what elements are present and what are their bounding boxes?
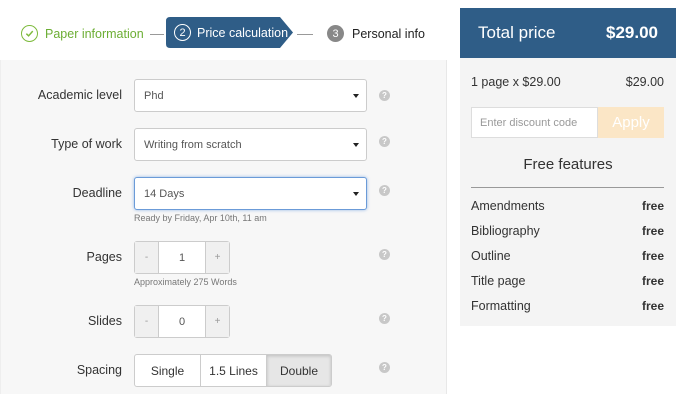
total-price-header: Total price $29.00: [460, 8, 676, 58]
feature-value: free: [641, 299, 664, 313]
apply-discount-button[interactable]: Apply: [598, 107, 664, 138]
progress-steps: Paper information 2 Price calculation 3 …: [0, 0, 447, 60]
spacing-1-5-lines-button[interactable]: 1.5 Lines: [201, 355, 267, 386]
step-label: Paper information: [45, 26, 144, 41]
academic-level-label: Academic level: [37, 88, 122, 102]
feature-value: free: [641, 224, 664, 238]
step-number: 2: [174, 24, 191, 41]
feature-row: Outline free: [471, 249, 664, 263]
spacing-double-button[interactable]: Double: [267, 355, 331, 386]
feature-name: Title page: [471, 274, 526, 288]
feature-row: Bibliography free: [471, 224, 664, 238]
slides-stepper[interactable]: - 0 +: [134, 305, 230, 338]
help-icon[interactable]: ?: [379, 249, 390, 260]
deadline-label: Deadline: [72, 186, 122, 200]
step-label: Price calculation: [197, 26, 289, 40]
academic-level-select[interactable]: Phd: [134, 79, 367, 112]
pages-stepper[interactable]: - 1 +: [134, 241, 230, 274]
step-price-calculation[interactable]: 2 Price calculation: [166, 17, 293, 48]
slides-value[interactable]: 0: [159, 306, 205, 337]
feature-value: free: [641, 274, 664, 288]
caret-down-icon: [353, 94, 359, 98]
price-line-item: 1 page x $29.00 $29.00: [471, 75, 664, 89]
pages-value[interactable]: 1: [159, 242, 205, 273]
pages-increment-button[interactable]: +: [205, 242, 229, 273]
step-connector: [150, 34, 164, 35]
line-item-label: 1 page x $29.00: [471, 75, 561, 89]
line-item-value: $29.00: [625, 75, 664, 89]
free-features-title: Free features: [523, 156, 613, 173]
help-icon[interactable]: ?: [379, 362, 390, 373]
step-paper-information[interactable]: Paper information: [21, 25, 144, 42]
discount-code-input[interactable]: Enter discount code: [471, 107, 598, 138]
feature-value: free: [641, 249, 664, 263]
step-label: Personal info: [352, 26, 425, 41]
feature-row: Title page free: [471, 274, 664, 288]
step-connector: [297, 34, 313, 35]
pages-decrement-button[interactable]: -: [135, 242, 159, 273]
help-icon[interactable]: ?: [379, 313, 390, 324]
type-of-work-label: Type of work: [51, 137, 122, 151]
pages-label: Pages: [86, 250, 122, 264]
feature-value: free: [641, 199, 664, 213]
feature-name: Amendments: [471, 199, 545, 213]
select-value: Phd: [144, 90, 164, 102]
slides-increment-button[interactable]: +: [205, 306, 229, 337]
help-icon[interactable]: ?: [379, 136, 390, 147]
total-price-value: $29.00: [606, 23, 658, 42]
feature-name: Bibliography: [471, 224, 540, 238]
order-summary-panel: Total price $29.00 1 page x $29.00 $29.0…: [460, 8, 676, 326]
help-icon[interactable]: ?: [379, 90, 390, 101]
caret-down-icon: [353, 143, 359, 147]
step-personal-info[interactable]: 3 Personal info: [327, 25, 425, 42]
slides-decrement-button[interactable]: -: [135, 306, 159, 337]
feature-name: Outline: [471, 249, 511, 263]
step-number: 3: [327, 25, 344, 42]
caret-down-icon: [353, 192, 359, 196]
discount-form: Enter discount code Apply: [471, 107, 664, 138]
order-form-panel: Paper information 2 Price calculation 3 …: [0, 0, 447, 394]
spacing-label: Spacing: [76, 363, 122, 377]
select-value: Writing from scratch: [144, 139, 242, 151]
help-icon[interactable]: ?: [379, 185, 390, 196]
feature-row: Formatting free: [471, 299, 664, 313]
price-form: Academic level Phd ? Type of work Writin…: [0, 60, 447, 394]
total-price-label: Total price: [478, 23, 556, 42]
feature-name: Formatting: [471, 299, 531, 313]
type-of-work-select[interactable]: Writing from scratch: [134, 128, 367, 161]
pages-hint: Approximately 275 Words: [134, 277, 237, 287]
deadline-hint: Ready by Friday, Apr 10th, 11 am: [134, 213, 267, 223]
select-value: 14 Days: [144, 188, 185, 200]
spacing-single-button[interactable]: Single: [135, 355, 201, 386]
spacing-toggle-group: Single 1.5 Lines Double: [134, 354, 332, 387]
check-icon: [21, 25, 38, 42]
feature-row: Amendments free: [471, 199, 664, 213]
divider: [471, 187, 664, 188]
slides-label: Slides: [87, 314, 122, 328]
deadline-select[interactable]: 14 Days: [134, 177, 367, 210]
